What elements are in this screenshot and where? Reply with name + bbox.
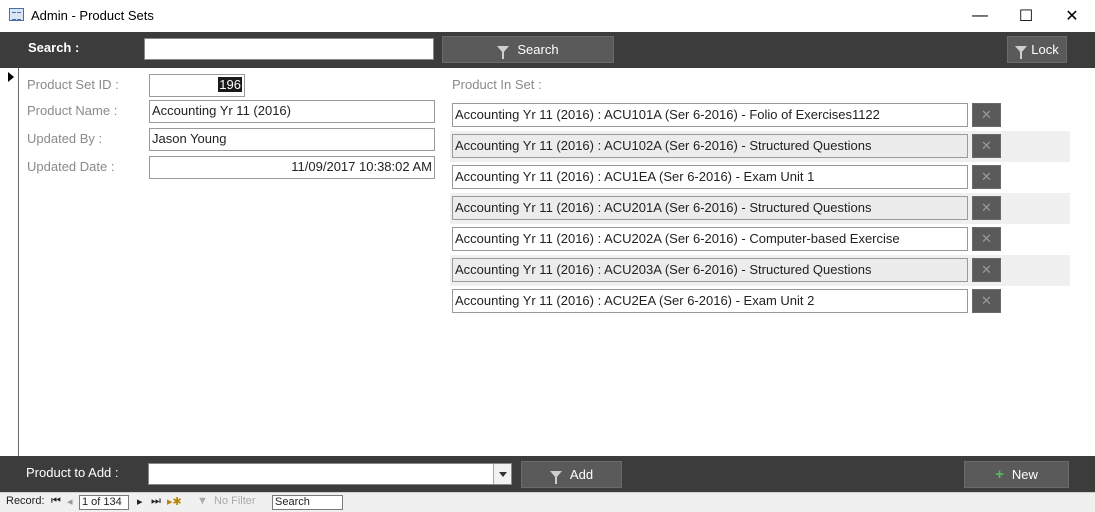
set-row: Accounting Yr 11 (2016) : ACU202A (Ser 6… (450, 224, 1070, 255)
product-to-add-combo[interactable] (148, 463, 512, 485)
set-row: Accounting Yr 11 (2016) : ACU201A (Ser 6… (450, 193, 1070, 224)
new-button-label: New (1011, 467, 1038, 482)
updated-date-field[interactable]: 11/09/2017 10:38:02 AM (149, 156, 435, 179)
next-record-icon[interactable]: ▸ (137, 495, 143, 508)
remove-item-button[interactable]: ✕ (972, 103, 1001, 127)
remove-item-button[interactable]: ✕ (972, 134, 1001, 158)
remove-item-button[interactable]: ✕ (972, 227, 1001, 251)
last-record-icon[interactable]: ⏭ (151, 495, 161, 508)
product-set-id-field[interactable]: 196 (149, 74, 245, 97)
filter-icon (497, 46, 510, 59)
plus-icon: + (995, 466, 1004, 483)
remove-item-button[interactable]: ✕ (972, 258, 1001, 282)
record-selector[interactable] (0, 68, 19, 456)
form-icon (9, 8, 24, 21)
remove-item-button[interactable]: ✕ (972, 165, 1001, 189)
set-row: Accounting Yr 11 (2016) : ACU1EA (Ser 6-… (450, 162, 1070, 193)
updated-by-label: Updated By : (27, 131, 103, 146)
no-filter-label[interactable]: No Filter (214, 495, 256, 507)
product-to-add-label: Product to Add : (26, 465, 119, 480)
record-position-input[interactable]: 1 of 134 (79, 495, 129, 510)
record-label: Record: (6, 495, 45, 507)
window-title: Admin - Product Sets (31, 8, 154, 23)
current-record-arrow-icon (8, 72, 14, 82)
record-navigation-bar: Record: ⏮ ◂ 1 of 134 ▸ ⏭ ▸✱ ▼ No Filter … (0, 492, 1095, 512)
close-window-button[interactable]: ✕ (1049, 0, 1095, 32)
set-item-field[interactable]: Accounting Yr 11 (2016) : ACU2EA (Ser 6-… (452, 289, 968, 313)
lock-button[interactable]: Lock (1007, 36, 1067, 63)
set-item-field[interactable]: Accounting Yr 11 (2016) : ACU202A (Ser 6… (452, 227, 968, 251)
set-item-field[interactable]: Accounting Yr 11 (2016) : ACU101A (Ser 6… (452, 103, 968, 127)
add-button-label: Add (569, 467, 594, 482)
new-button[interactable]: + New (964, 461, 1069, 488)
set-row: Accounting Yr 11 (2016) : ACU102A (Ser 6… (450, 131, 1070, 162)
set-row: Accounting Yr 11 (2016) : ACU101A (Ser 6… (450, 100, 1070, 131)
previous-record-icon[interactable]: ◂ (67, 495, 73, 508)
title-bar: Admin - Product Sets — ☐ ✕ (0, 0, 1095, 32)
search-toolbar: Search : Search Lock (0, 32, 1095, 68)
filter-add-icon (549, 471, 562, 484)
search-button-label: Search (517, 42, 559, 57)
lock-filter-icon (1015, 46, 1028, 59)
search-label: Search : (28, 40, 80, 55)
set-row: Accounting Yr 11 (2016) : ACU203A (Ser 6… (450, 255, 1070, 286)
set-item-field[interactable]: Accounting Yr 11 (2016) : ACU1EA (Ser 6-… (452, 165, 968, 189)
product-set-id-label: Product Set ID : (27, 77, 119, 92)
maximize-button[interactable]: ☐ (1003, 0, 1049, 32)
updated-by-field[interactable]: Jason Young (149, 128, 435, 151)
navigation-search-box[interactable]: Search (272, 495, 343, 510)
remove-item-button[interactable]: ✕ (972, 289, 1001, 313)
no-filter-icon[interactable]: ▼ (197, 495, 208, 507)
lock-button-label: Lock (1031, 42, 1059, 57)
set-row: Accounting Yr 11 (2016) : ACU2EA (Ser 6-… (450, 286, 1070, 317)
remove-item-button[interactable]: ✕ (972, 196, 1001, 220)
product-set-id-value: 196 (218, 77, 242, 92)
product-name-label: Product Name : (27, 103, 118, 118)
minimize-button[interactable]: — (957, 0, 1003, 32)
product-name-field[interactable]: Accounting Yr 11 (2016) (149, 100, 435, 123)
set-item-field[interactable]: Accounting Yr 11 (2016) : ACU203A (Ser 6… (452, 258, 968, 282)
search-input[interactable] (144, 38, 434, 60)
first-record-icon[interactable]: ⏮ (51, 495, 61, 508)
add-product-footer: Product to Add : Add + New (0, 456, 1095, 492)
dropdown-arrow-icon[interactable] (493, 464, 511, 484)
set-item-field[interactable]: Accounting Yr 11 (2016) : ACU102A (Ser 6… (452, 134, 968, 158)
product-in-set-label: Product In Set : (452, 77, 542, 92)
new-record-icon[interactable]: ▸✱ (167, 495, 182, 508)
add-button[interactable]: Add (521, 461, 622, 488)
search-button[interactable]: Search (442, 36, 614, 63)
updated-date-label: Updated Date : (27, 159, 115, 174)
set-item-field[interactable]: Accounting Yr 11 (2016) : ACU201A (Ser 6… (452, 196, 968, 220)
